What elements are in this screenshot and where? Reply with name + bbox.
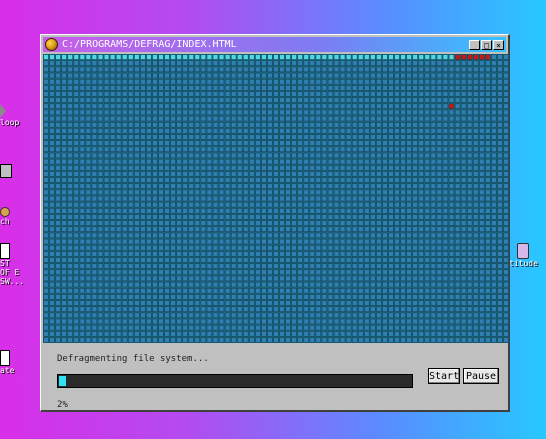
progress-fill	[59, 376, 67, 386]
paint-icon	[0, 207, 10, 217]
desktop-icon-document[interactable]: ST OF E SW...	[0, 243, 25, 286]
progress-bar	[57, 374, 413, 388]
maximize-button[interactable]: □	[481, 39, 492, 50]
desktop-icon-label: ST OF E SW...	[0, 259, 25, 286]
minimize-icon: _	[472, 40, 477, 50]
window-controls: _ □ ×	[468, 39, 504, 50]
computer-icon	[0, 164, 12, 178]
window-title: C:/PROGRAMS/DEFRAG/INDEX.HTML	[62, 39, 237, 50]
progress-percent: 2%	[57, 400, 68, 410]
defrag-window: C:/PROGRAMS/DEFRAG/INDEX.HTML _ □ × Defr…	[40, 34, 510, 412]
desktop-icon-loop[interactable]: loop	[0, 104, 19, 127]
desktop-icon-label: loop	[0, 118, 20, 127]
pause-button[interactable]: Pause	[463, 368, 499, 384]
status-text: Defragmenting file system...	[57, 354, 209, 364]
start-button[interactable]: Start	[428, 368, 460, 384]
close-button[interactable]: ×	[493, 39, 504, 50]
close-icon: ×	[496, 40, 501, 50]
loop-icon	[0, 104, 6, 118]
defrag-block-map	[43, 54, 509, 343]
document-icon	[0, 243, 10, 259]
desktop-icon-computer[interactable]	[0, 164, 12, 178]
desktop-icon-paint[interactable]: ch	[0, 207, 10, 226]
minimize-button[interactable]: _	[469, 39, 480, 50]
defrag-app-icon	[45, 38, 58, 51]
desktop-icon-notepad[interactable]: ate	[0, 350, 14, 375]
title-bar[interactable]: C:/PROGRAMS/DEFRAG/INDEX.HTML _ □ ×	[43, 37, 506, 52]
jar-icon	[517, 243, 530, 259]
desktop-icon-label: titude	[509, 259, 538, 268]
desktop-icon-label: ate	[0, 366, 15, 375]
maximize-icon: □	[484, 40, 489, 50]
desktop-icon-jar[interactable]: titude	[509, 243, 538, 268]
notepad-icon	[0, 350, 10, 366]
desktop-icon-label: ch	[0, 217, 10, 226]
